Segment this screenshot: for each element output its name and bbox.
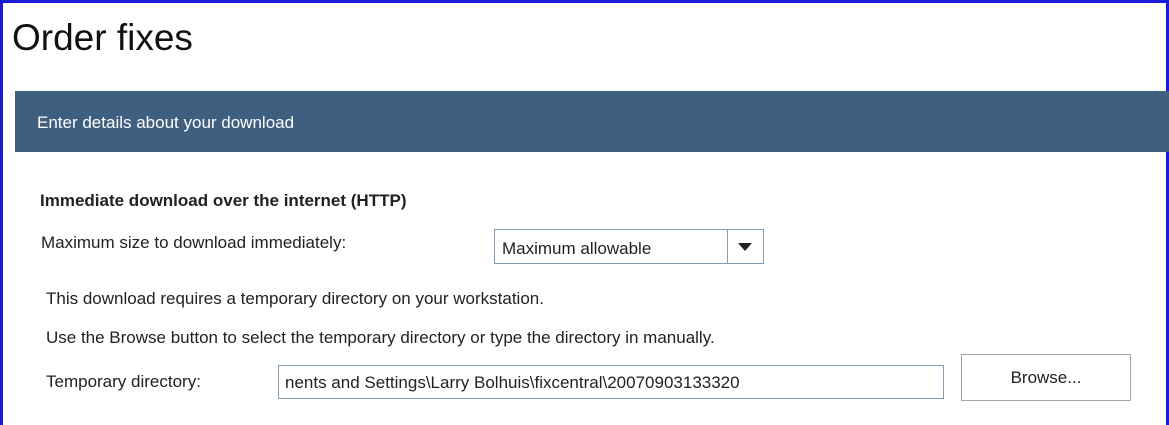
temp-dir-requirement-text: This download requires a temporary direc… <box>46 289 544 308</box>
download-method-heading: Immediate download over the internet (HT… <box>40 191 407 210</box>
section-banner: Enter details about your download <box>15 91 1169 152</box>
page-frame: Order fixes Enter details about your dow… <box>0 0 1169 425</box>
browse-button[interactable]: Browse... <box>961 354 1131 401</box>
temp-dir-label: Temporary directory: <box>46 372 201 391</box>
max-size-select[interactable]: Maximum allowable <box>494 229 764 264</box>
temp-dir-input[interactable]: nents and Settings\Larry Bolhuis\fixcent… <box>278 365 944 399</box>
temp-dir-value: nents and Settings\Larry Bolhuis\fixcent… <box>285 373 740 392</box>
page-title: Order fixes <box>12 17 193 58</box>
banner-text: Enter details about your download <box>37 113 295 132</box>
chevron-down-icon <box>738 243 752 251</box>
max-size-dropdown-button[interactable] <box>727 230 763 263</box>
browse-instruction-text: Use the Browse button to select the temp… <box>46 328 715 347</box>
max-size-selected-value: Maximum allowable <box>502 239 652 258</box>
max-size-label: Maximum size to download immediately: <box>41 233 347 252</box>
